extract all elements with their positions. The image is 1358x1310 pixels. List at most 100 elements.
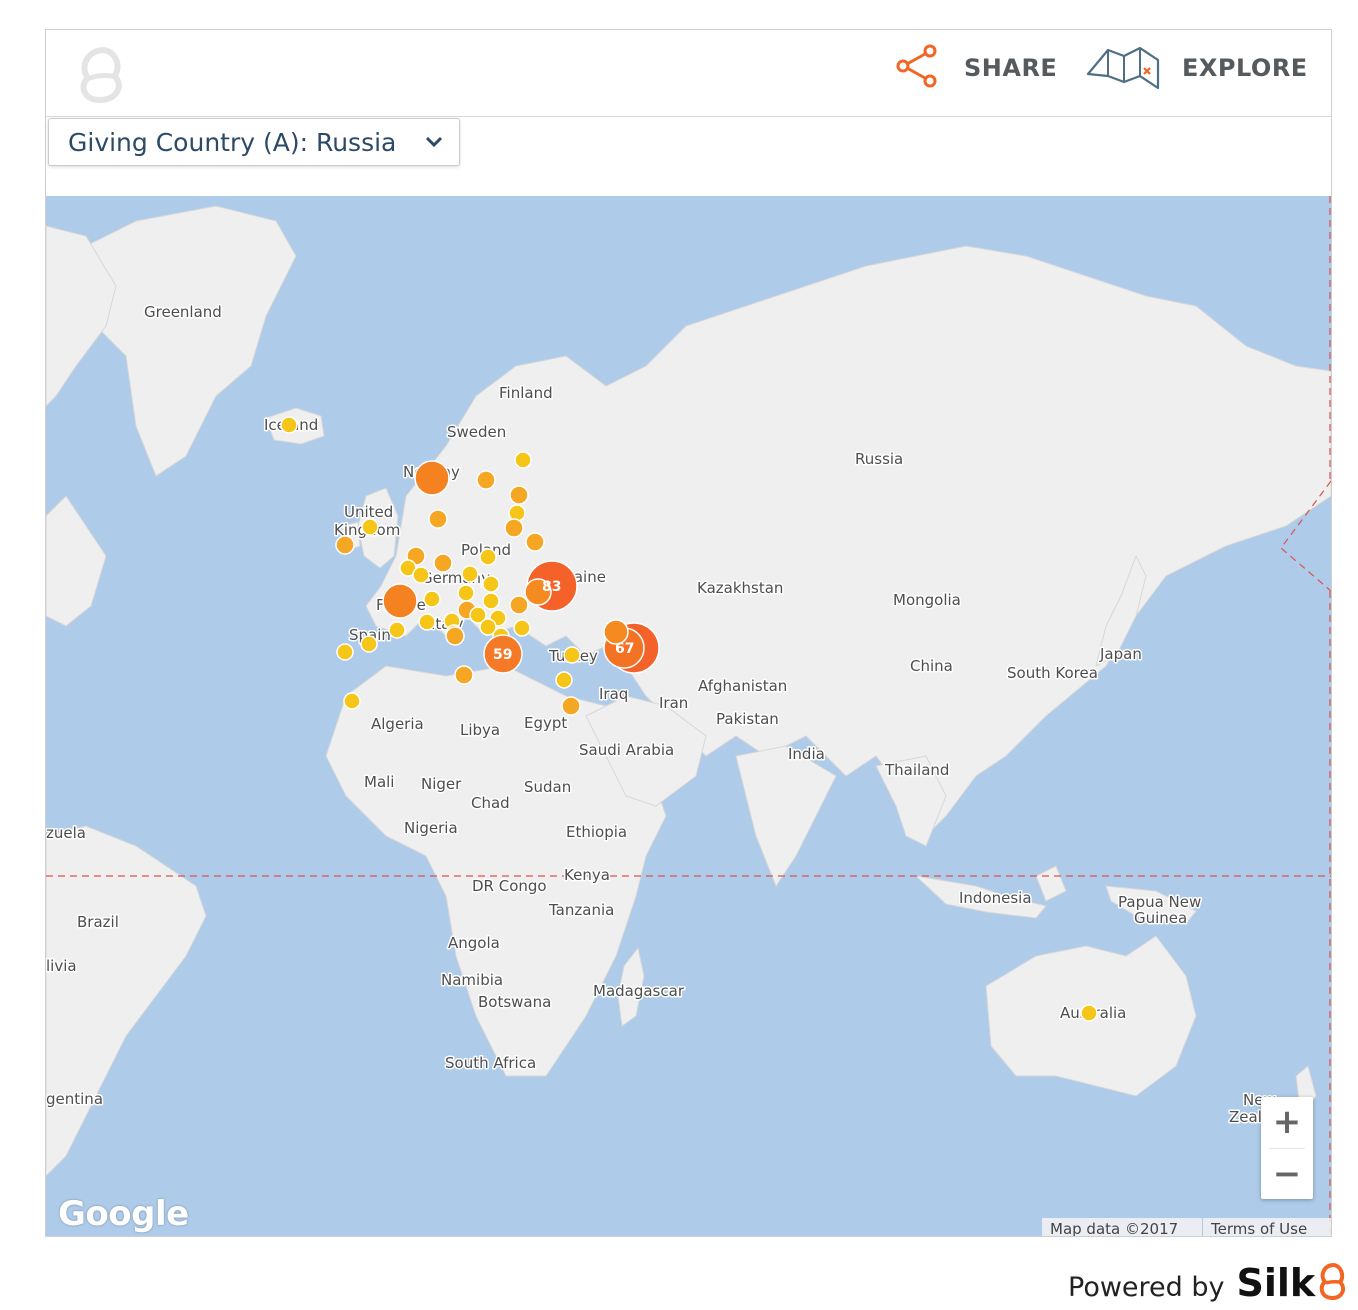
explore-button[interactable]: EXPLORE — [1084, 44, 1308, 92]
label-kenya: Kenya — [564, 866, 610, 884]
terms-of-use-link[interactable]: Terms of Use — [1203, 1218, 1331, 1236]
map-marker[interactable] — [433, 553, 453, 573]
map-marker[interactable] — [509, 485, 529, 505]
map-marker[interactable] — [336, 643, 354, 661]
label-finland: Finland — [499, 384, 553, 402]
zoom-control: + − — [1261, 1097, 1313, 1199]
label-madagascar: Madagascar — [593, 982, 685, 1000]
map-marker[interactable] — [508, 504, 526, 522]
label-pakistan: Pakistan — [716, 710, 779, 728]
map-marker[interactable] — [335, 535, 355, 555]
map-marker[interactable] — [423, 590, 441, 608]
land-greenland — [75, 205, 297, 477]
map-marker[interactable] — [479, 548, 497, 566]
map-marker[interactable] — [476, 470, 496, 490]
label-china: China — [910, 657, 953, 675]
label-guinea: Guinea — [1134, 909, 1187, 927]
label-venezuela: zuela — [46, 824, 86, 842]
land-north-america — [46, 225, 117, 627]
map-marker[interactable] — [388, 621, 406, 639]
label-namibia: Namibia — [441, 971, 503, 989]
label-india: India — [788, 745, 825, 763]
label-tanzania: Tanzania — [548, 901, 614, 919]
land-layer — [46, 205, 1331, 1177]
zoom-out-button[interactable]: − — [1261, 1149, 1313, 1199]
label-indonesia: Indonesia — [959, 889, 1032, 907]
cluster-count: 59 — [493, 647, 512, 663]
label-dr-congo: DR Congo — [472, 877, 547, 895]
label-saudi-arabia: Saudi Arabia — [579, 741, 674, 759]
map-marker[interactable] — [509, 595, 529, 615]
google-logo[interactable]: Google — [58, 1194, 189, 1234]
label-algeria: Algeria — [371, 715, 424, 733]
map-canvas: Greenland Finland Sweden Norway United K… — [46, 196, 1331, 1236]
label-nigeria: Nigeria — [404, 819, 458, 837]
map-marker[interactable] — [461, 565, 479, 583]
label-zeal: Zeal — [1229, 1108, 1262, 1126]
label-ethiopia: Ethiopia — [566, 823, 627, 841]
chevron-down-icon — [425, 135, 443, 153]
map-marker[interactable] — [412, 566, 430, 584]
label-bolivia: livia — [46, 957, 77, 975]
label-libya: Libya — [460, 721, 500, 739]
giving-country-dropdown[interactable]: Giving Country (A): Russia — [48, 118, 460, 166]
label-kazakhstan: Kazakhstan — [697, 579, 783, 597]
label-iran: Iran — [659, 694, 688, 712]
silk-brand: Silk — [1236, 1261, 1316, 1305]
cluster-count: 67 — [615, 641, 634, 657]
label-chad: Chad — [471, 794, 510, 812]
dropdown-value: Giving Country (A): Russia — [68, 128, 397, 157]
label-afghanistan: Afghanistan — [698, 677, 787, 695]
map-marker[interactable] — [1080, 1004, 1098, 1022]
label-brazil: Brazil — [77, 913, 119, 931]
map-marker[interactable] — [445, 626, 465, 646]
label-south-korea: South Korea — [1007, 664, 1098, 682]
label-thailand: Thailand — [884, 761, 949, 779]
powered-by-silk[interactable]: Powered by Silk — [1068, 1256, 1347, 1305]
share-label: SHARE — [964, 54, 1058, 82]
map-marker[interactable] — [360, 635, 378, 653]
world-map[interactable]: Greenland Finland Sweden Norway United K… — [46, 196, 1331, 1236]
map-marker[interactable] — [525, 532, 545, 552]
map-marker[interactable] — [382, 583, 418, 619]
label-sudan: Sudan — [524, 778, 571, 796]
map-marker[interactable] — [457, 584, 475, 602]
label-south-africa: South Africa — [445, 1054, 536, 1072]
cluster-count: 83 — [542, 579, 561, 595]
share-icon — [894, 43, 940, 94]
map-marker[interactable] — [418, 613, 436, 631]
label-niger: Niger — [421, 775, 462, 793]
map-data-attribution: Map data ©2017 — [1042, 1218, 1202, 1236]
map-marker[interactable] — [414, 460, 450, 496]
map-icon — [1084, 42, 1162, 95]
label-mali: Mali — [364, 773, 394, 791]
map-marker[interactable] — [561, 696, 581, 716]
label-botswana: Botswana — [478, 993, 551, 1011]
label-argentina: gentina — [46, 1090, 103, 1108]
map-marker[interactable] — [343, 692, 361, 710]
silk-logo-icon — [1317, 1262, 1347, 1307]
label-iraq: Iraq — [599, 685, 628, 703]
cluster-marker-greece[interactable]: 59 — [483, 634, 523, 674]
map-marker[interactable] — [482, 592, 500, 610]
powered-by-label: Powered by — [1068, 1272, 1225, 1303]
label-mongolia: Mongolia — [893, 591, 961, 609]
map-marker[interactable] — [513, 619, 531, 637]
land-south-america — [46, 825, 207, 1177]
label-egypt: Egypt — [524, 714, 567, 732]
header-bar: SHARE EXPLORE — [46, 30, 1331, 117]
explore-label: EXPLORE — [1182, 54, 1308, 82]
map-marker[interactable] — [428, 509, 448, 529]
map-marker[interactable] — [514, 451, 532, 469]
zoom-in-button[interactable]: + — [1261, 1097, 1313, 1147]
map-marker[interactable] — [563, 646, 581, 664]
map-marker[interactable] — [482, 575, 500, 593]
map-marker[interactable] — [504, 518, 524, 538]
share-button[interactable]: SHARE — [894, 44, 1057, 92]
map-marker[interactable] — [555, 671, 573, 689]
map-marker[interactable] — [280, 416, 298, 434]
silk-logo-icon[interactable] — [76, 44, 126, 104]
map-marker[interactable] — [361, 518, 379, 536]
map-marker[interactable] — [454, 665, 474, 685]
label-germany: Germany — [421, 569, 490, 587]
